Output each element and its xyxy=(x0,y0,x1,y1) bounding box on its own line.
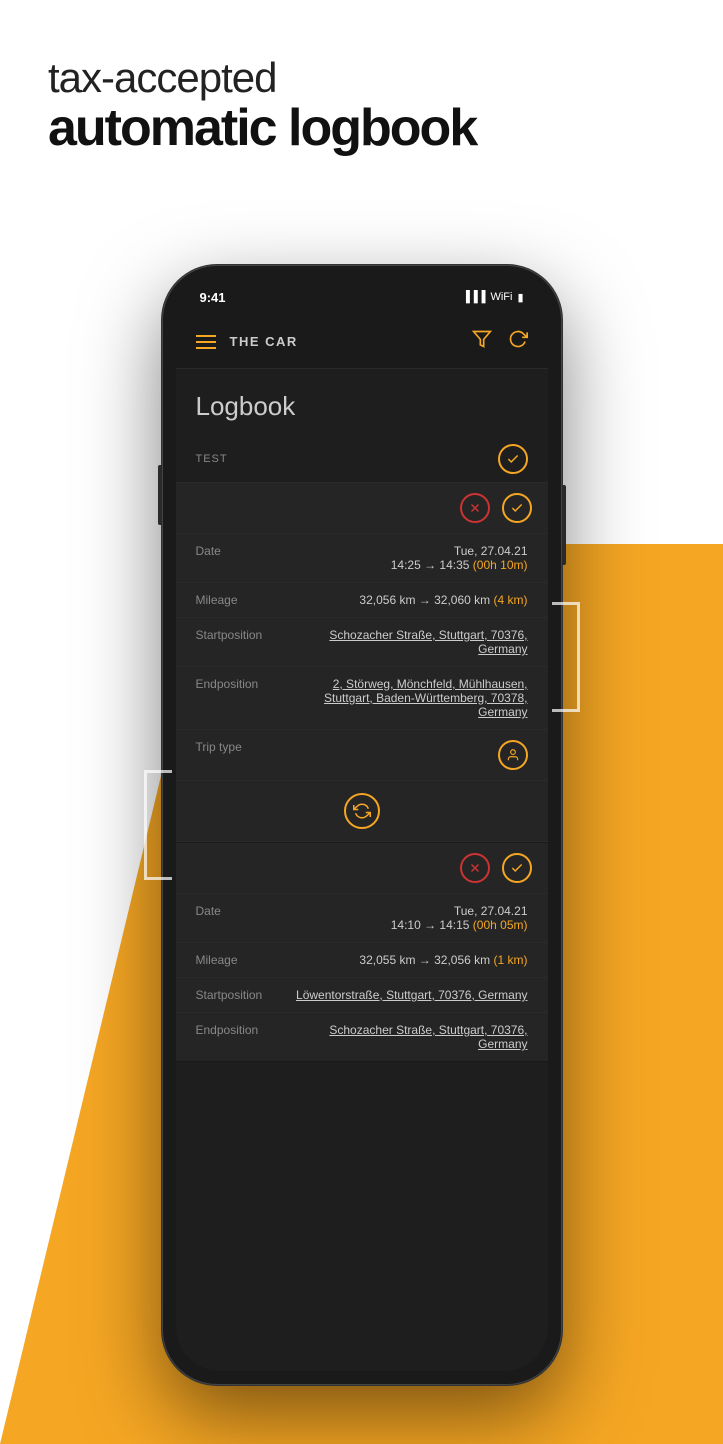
trip-2-startpos-value[interactable]: Löwentorstraße, Stuttgart, 70376, German… xyxy=(286,988,528,1002)
trip-2-time: 14:10 → 14:15 (00h 05m) xyxy=(286,918,528,932)
trip-2-date-row: Date Tue, 27.04.21 14:10 → 14:15 (00h 05… xyxy=(176,894,548,943)
filter-icon[interactable] xyxy=(472,329,492,354)
nav-bar: THE CAR xyxy=(176,315,548,369)
trip-2-mileage-row: Mileage 32,055 km → 32,056 km (1 km) xyxy=(176,943,548,978)
trip-2-endpos-row: Endposition Schozacher Straße, Stuttgart… xyxy=(176,1013,548,1061)
logbook-header: Logbook xyxy=(176,369,548,436)
section-label: TEST xyxy=(176,436,548,483)
hamburger-line-3 xyxy=(196,347,216,349)
screen-content[interactable]: Logbook TEST xyxy=(176,369,548,1371)
menu-button[interactable] xyxy=(196,335,216,349)
trip-1-date-row: Date Tue, 27.04.21 14:25 → 14:35 (00h 10… xyxy=(176,534,548,583)
trip-1-duration: (00h 10m) xyxy=(473,558,528,572)
trip-2-duration: (00h 05m) xyxy=(473,918,528,932)
phone-screen: 9:41 ▐▐▐ WiFi ▮ THE xyxy=(176,279,548,1371)
trip-1-cancel-button[interactable] xyxy=(460,493,490,523)
trip-1-triptype-row: Trip type xyxy=(176,730,548,781)
trip-1-date-value: Tue, 27.04.21 14:25 → 14:35 (00h 10m) xyxy=(286,544,528,572)
trip-2-endpos-label: Endposition xyxy=(196,1023,286,1037)
logbook-title: Logbook xyxy=(196,391,296,421)
signal-icon: ▐▐▐ xyxy=(462,291,485,303)
trip-1-mileage-value: 32,056 km → 32,060 km (4 km) xyxy=(286,593,528,607)
bracket-right-decoration xyxy=(552,602,580,712)
trip-1-sync-row xyxy=(176,781,548,842)
status-time: 9:41 xyxy=(200,290,226,305)
hamburger-line-2 xyxy=(196,341,216,343)
trip-1-startpos-row: Startposition Schozacher Straße, Stuttga… xyxy=(176,618,548,667)
hero-section: tax-accepted automatic logbook 9:41 ▐▐▐ … xyxy=(0,0,723,1444)
tagline: tax-accepted xyxy=(48,55,476,101)
trip-1-mileage-delta: (4 km) xyxy=(494,593,528,607)
status-bar: 9:41 ▐▐▐ WiFi ▮ xyxy=(176,279,548,315)
trip-card-1: Date Tue, 27.04.21 14:25 → 14:35 (00h 10… xyxy=(176,483,548,843)
battery-icon: ▮ xyxy=(517,291,523,304)
trip-1-startpos-label: Startposition xyxy=(196,628,286,642)
phone-mockup: 9:41 ▐▐▐ WiFi ▮ THE xyxy=(162,265,562,1385)
trip-2-mileage-label: Mileage xyxy=(196,953,286,967)
trip-card-2: Date Tue, 27.04.21 14:10 → 14:15 (00h 05… xyxy=(176,843,548,1062)
wifi-icon: WiFi xyxy=(490,291,512,303)
trip-1-startpos-value[interactable]: Schozacher Straße, Stuttgart, 70376, Ger… xyxy=(286,628,528,656)
nav-left: THE CAR xyxy=(196,334,298,349)
trip-2-date-label: Date xyxy=(196,904,286,918)
trip-card-2-header xyxy=(176,843,548,894)
trip-2-startpos-row: Startposition Löwentorstraße, Stuttgart,… xyxy=(176,978,548,1013)
trip-1-endpos-value[interactable]: 2, Störweg, Mönchfeld, Mühlhausen, Stutt… xyxy=(286,677,528,719)
trip-2-endpos-value[interactable]: Schozacher Straße, Stuttgart, 70376, Ger… xyxy=(286,1023,528,1051)
trip-1-triptype-label: Trip type xyxy=(196,740,286,754)
trip-2-date-value: Tue, 27.04.21 14:10 → 14:15 (00h 05m) xyxy=(286,904,528,932)
section-confirm-button[interactable] xyxy=(498,444,528,474)
status-icons: ▐▐▐ WiFi ▮ xyxy=(462,291,523,304)
trip-2-date: Tue, 27.04.21 xyxy=(286,904,528,918)
trip-card-1-header xyxy=(176,483,548,534)
trip-1-confirm-button[interactable] xyxy=(502,493,532,523)
trip-1-endpos-row: Endposition 2, Störweg, Mönchfeld, Mühlh… xyxy=(176,667,548,730)
trip-2-cancel-button[interactable] xyxy=(460,853,490,883)
trip-1-date-label: Date xyxy=(196,544,286,558)
bracket-left-decoration xyxy=(144,770,172,880)
nav-right xyxy=(472,329,528,354)
section-label-text: TEST xyxy=(196,453,228,465)
trip-2-mileage-value: 32,055 km → 32,056 km (1 km) xyxy=(286,953,528,967)
sync-icon-button[interactable] xyxy=(344,793,380,829)
trip-2-mileage-delta: (1 km) xyxy=(494,953,528,967)
trip-2-startpos-label: Startposition xyxy=(196,988,286,1002)
trip-1-time: 14:25 → 14:35 (00h 10m) xyxy=(286,558,528,572)
main-title: automatic logbook xyxy=(48,101,476,156)
trip-2-confirm-button[interactable] xyxy=(502,853,532,883)
trip-1-endpos-label: Endposition xyxy=(196,677,286,691)
hamburger-line-1 xyxy=(196,335,216,337)
trip-1-triptype-person-icon[interactable] xyxy=(498,740,528,770)
trip-1-mileage-row: Mileage 32,056 km → 32,060 km (4 km) xyxy=(176,583,548,618)
nav-title: THE CAR xyxy=(230,334,298,349)
trip-1-date: Tue, 27.04.21 xyxy=(286,544,528,558)
trip-1-mileage-label: Mileage xyxy=(196,593,286,607)
refresh-icon[interactable] xyxy=(508,329,528,354)
hero-text-block: tax-accepted automatic logbook xyxy=(48,55,476,156)
phone-outer-frame: 9:41 ▐▐▐ WiFi ▮ THE xyxy=(162,265,562,1385)
